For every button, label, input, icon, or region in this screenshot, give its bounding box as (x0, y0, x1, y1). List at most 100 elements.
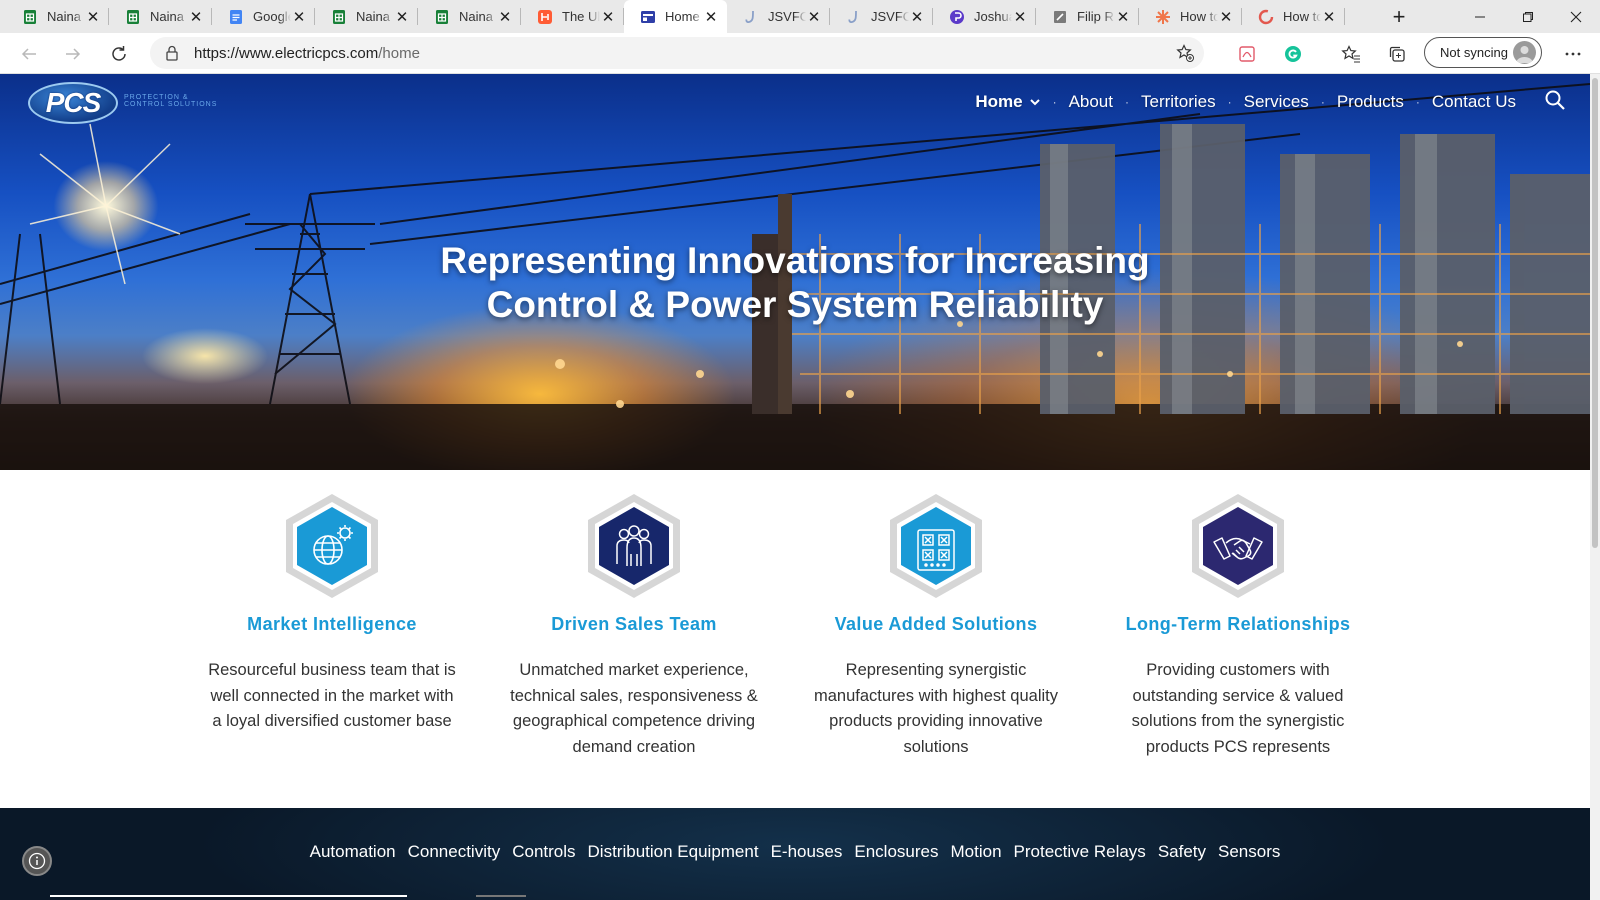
pcs-logo[interactable]: PCS PROTECTION & CONTROL SOLUTIONS (28, 82, 228, 126)
gray-favicon-icon (1052, 9, 1068, 25)
site-favicon-icon (640, 9, 656, 25)
close-tab-icon[interactable]: ✕ (806, 9, 822, 26)
team-icon (588, 494, 680, 598)
tab-label: Filip R (1077, 9, 1114, 24)
more-dots-icon (1565, 52, 1581, 56)
slider-progress-bar (50, 895, 407, 897)
category-link-enclosures[interactable]: Enclosures (854, 842, 938, 862)
tab-label: Home (665, 9, 700, 24)
nav-item-contact-us[interactable]: Contact Us (1430, 92, 1518, 112)
close-tab-icon[interactable]: ✕ (497, 9, 513, 26)
collections-button[interactable] (1382, 39, 1412, 69)
browser-tab[interactable]: The Ul ✕ (521, 0, 624, 33)
favorites-button[interactable] (1336, 39, 1366, 69)
category-link-protective-relays[interactable]: Protective Relays (1014, 842, 1146, 862)
close-tab-icon[interactable]: ✕ (1218, 9, 1234, 26)
tab-label: Naina (150, 9, 184, 24)
jsv-favicon-icon (743, 9, 759, 25)
browser-tab[interactable]: Filip R ✕ (1036, 0, 1139, 33)
category-link-e-houses[interactable]: E-houses (771, 842, 843, 862)
browser-tab[interactable]: JSVFO ✕ (727, 0, 830, 33)
site-search-button[interactable] (1518, 89, 1566, 116)
tab-label: How to (1180, 9, 1218, 24)
collections-icon (1389, 46, 1405, 62)
browser-tab[interactable]: Home ✕ (624, 0, 727, 33)
browser-tab[interactable]: Google ✕ (212, 0, 315, 33)
close-icon (1570, 11, 1582, 22)
category-link-safety[interactable]: Safety (1158, 842, 1206, 862)
chevron-down-icon (1029, 99, 1040, 106)
category-link-controls[interactable]: Controls (512, 842, 575, 862)
hero-headline-line-2: Control & Power System Reliability (486, 284, 1104, 325)
add-favorite-icon[interactable] (1176, 44, 1194, 62)
category-link-distribution-equipment[interactable]: Distribution Equipment (588, 842, 759, 862)
orange-favicon-icon (1155, 9, 1171, 25)
nav-item-services[interactable]: Services (1242, 92, 1311, 112)
grammarly-extension-button[interactable] (1278, 39, 1308, 69)
page-scrollbar[interactable] (1590, 74, 1600, 900)
grammarly-icon (1285, 46, 1301, 62)
tab-label: Naina (47, 9, 81, 24)
browser-tab[interactable]: How to ✕ (1139, 0, 1242, 33)
close-tab-icon[interactable]: ✕ (291, 9, 307, 26)
nav-item-home[interactable]: Home (973, 92, 1042, 112)
category-link-connectivity[interactable]: Connectivity (408, 842, 501, 862)
feature-title: Value Added Solutions (834, 614, 1038, 634)
nav-item-products[interactable]: Products (1335, 92, 1406, 112)
back-button[interactable] (14, 39, 44, 69)
minimize-button[interactable] (1456, 0, 1504, 33)
scrollbar-thumb[interactable] (1592, 78, 1598, 548)
logo-tagline: PROTECTION & CONTROL SOLUTIONS (124, 94, 218, 108)
nav-separator: · (1227, 95, 1232, 109)
category-link-automation[interactable]: Automation (310, 842, 396, 862)
hero-headline-line-1: Representing Innovations for Increasing (440, 240, 1150, 281)
feature-title: Driven Sales Team (551, 614, 717, 634)
nav-item-territories[interactable]: Territories (1139, 92, 1218, 112)
feature-description: Unmatched market experience, technical s… (510, 661, 758, 756)
browser-tab[interactable]: Naina ✕ (315, 0, 418, 33)
nav-item-about[interactable]: About (1067, 92, 1115, 112)
browser-tab[interactable]: Naina ✕ (418, 0, 521, 33)
close-tab-icon[interactable]: ✕ (1012, 9, 1028, 26)
close-tab-icon[interactable]: ✕ (1321, 9, 1337, 26)
close-tab-icon[interactable]: ✕ (703, 9, 719, 26)
refresh-button[interactable] (104, 39, 134, 69)
nav-separator: · (1125, 95, 1129, 109)
close-tab-icon[interactable]: ✕ (188, 9, 204, 26)
feature-description: Resourceful business team that is well c… (208, 661, 456, 730)
logo-emblem: PCS (28, 82, 118, 124)
new-tab-button[interactable]: + (1386, 4, 1412, 30)
category-link-sensors[interactable]: Sensors (1218, 842, 1280, 862)
browser-tab[interactable]: Naina ✕ (6, 0, 109, 33)
close-tab-icon[interactable]: ✕ (85, 9, 101, 26)
close-tab-icon[interactable]: ✕ (1115, 9, 1131, 26)
profile-button[interactable]: Not syncing (1424, 37, 1542, 68)
forward-button[interactable] (58, 39, 88, 69)
browser-tab[interactable]: Joshua ✕ (933, 0, 1036, 33)
category-link-motion[interactable]: Motion (951, 842, 1002, 862)
feature-description: Providing customers with outstanding ser… (1131, 661, 1345, 756)
arrow-right-icon (66, 48, 81, 60)
settings-more-button[interactable] (1558, 39, 1588, 69)
handshake-icon (1192, 494, 1284, 598)
close-tab-icon[interactable]: ✕ (600, 9, 616, 26)
address-bar[interactable]: https://www.electricpcs.com/home (150, 37, 1204, 69)
restore-icon (1523, 11, 1533, 22)
pdf-extension-button[interactable] (1232, 39, 1262, 69)
browser-tab[interactable]: Naina ✕ (109, 0, 212, 33)
close-tab-icon[interactable]: ✕ (394, 9, 410, 26)
tab-label: JSVFO (768, 9, 806, 24)
close-tab-icon[interactable]: ✕ (909, 9, 925, 26)
browser-tab[interactable]: JSVFO ✕ (830, 0, 933, 33)
close-window-button[interactable] (1552, 0, 1600, 33)
info-button[interactable] (22, 846, 52, 876)
hero-headline: Representing Innovations for Increasing … (300, 239, 1290, 327)
sheets-favicon-icon (434, 9, 450, 25)
docs-favicon-icon (228, 9, 244, 25)
nav-separator: · (1052, 95, 1057, 109)
lock-icon (164, 45, 180, 61)
tab-label: Naina (356, 9, 390, 24)
restore-button[interactable] (1504, 0, 1552, 33)
browser-tab[interactable]: How to ✕ (1242, 0, 1345, 33)
avatar (1513, 41, 1536, 64)
